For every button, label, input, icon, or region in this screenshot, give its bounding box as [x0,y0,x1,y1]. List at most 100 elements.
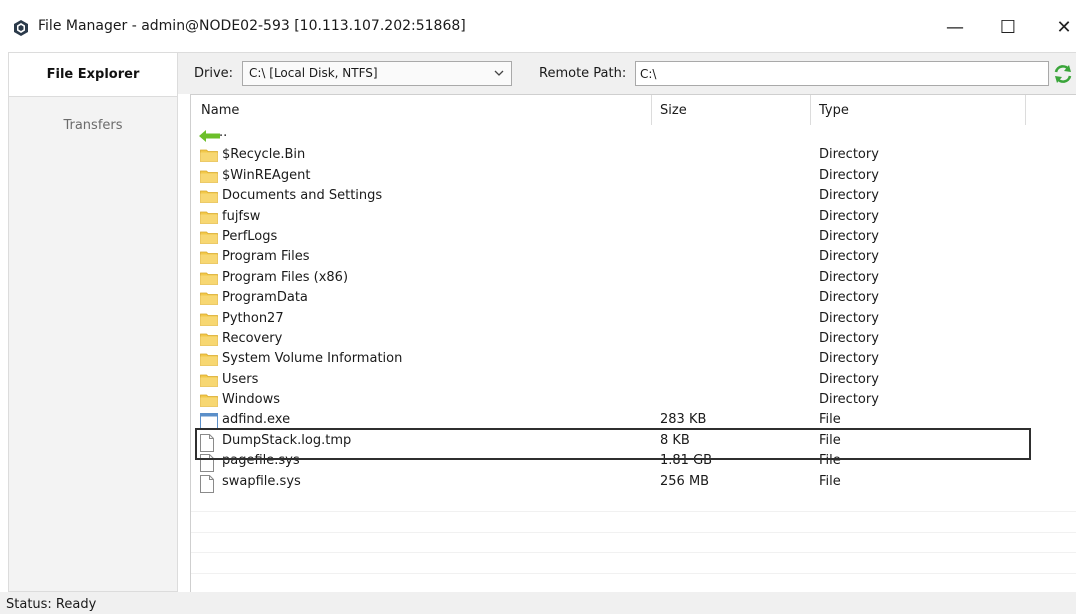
column-header-type[interactable]: Type [819,103,849,118]
file-size: 256 MB [660,473,710,489]
nav-file-explorer[interactable]: File Explorer [9,53,177,97]
file-row[interactable]: Windows Directory [191,390,1076,410]
remote-path-label: Remote Path: [539,66,627,81]
drive-select[interactable]: C:\ [Local Disk, NTFS] [242,61,512,86]
file-row[interactable]: Recovery Directory [191,329,1076,349]
close-icon: ✕ [1056,16,1072,38]
file-row[interactable]: adfind.exe 283 KB File [191,410,1076,430]
file-size: 8 KB [660,432,690,448]
folder-icon [200,271,218,289]
minimize-button[interactable]: — [935,12,975,42]
nav-transfers-label: Transfers [63,117,123,133]
file-row[interactable]: Users Directory [191,370,1076,390]
file-row[interactable]: $WinREAgent Directory [191,166,1076,186]
file-type: Directory [819,269,879,285]
maximize-button[interactable]: ☐ [988,12,1028,42]
file-name: ProgramData [222,290,308,306]
file-type: File [819,473,841,489]
drive-label: Drive: [194,66,234,81]
file-name: $Recycle.Bin [222,147,306,163]
file-row[interactable]: Python27 Directory [191,309,1076,329]
remote-path-input[interactable] [635,61,1049,86]
refresh-icon[interactable] [1052,63,1074,85]
empty-row [191,533,1076,554]
file-name: PerfLogs [222,228,278,244]
column-header-size[interactable]: Size [660,103,687,118]
empty-row [191,512,1076,533]
file-name: $WinREAgent [222,167,311,183]
file-name: Recovery [222,330,283,346]
folder-icon [200,373,218,391]
file-type: Directory [819,310,879,326]
folder-icon [200,352,218,370]
folder-icon [200,250,218,268]
file-name: DumpStack.log.tmp [222,432,352,448]
file-name: .. [219,125,228,140]
back-arrow-icon [199,130,221,146]
nav-file-explorer-label: File Explorer [46,67,140,82]
window-title: File Manager - admin@NODE02-593 [10.113.… [38,18,466,34]
file-type: File [819,453,841,469]
folder-icon [200,393,218,411]
empty-row [191,553,1076,574]
file-type: Directory [819,188,879,204]
file-rows: .. $Recycle.Bin Directory $WinREAgent Direct… [191,125,1076,594]
navigation-pane: File Explorer Transfers [8,52,178,592]
file-size: 1.81 GB [660,453,713,469]
file-name: Windows [222,392,281,408]
file-name: Program Files (x86) [222,269,349,285]
file-list: Name Size Type .. $Recycle.Bin Directory $W… [190,94,1076,594]
file-row[interactable]: DumpStack.log.tmp 8 KB File [191,431,1076,452]
column-divider[interactable] [810,95,811,125]
drive-select-value: C:\ [Local Disk, NTFS] [249,66,378,80]
file-type: Directory [819,371,879,387]
folder-icon [200,148,218,166]
file-type: Directory [819,208,879,224]
file-name: adfind.exe [222,412,291,428]
app-icon [14,20,28,36]
file-name: Documents and Settings [222,188,383,204]
file-type: Directory [819,392,879,408]
column-header-name[interactable]: Name [201,103,239,118]
file-type: Directory [819,228,879,244]
file-row[interactable]: pagefile.sys 1.81 GB File [191,451,1076,473]
chevron-down-icon [494,70,504,76]
file-name: System Volume Information [222,351,403,367]
empty-row [191,492,1076,513]
file-name: Users [222,371,259,387]
title-bar: File Manager - admin@NODE02-593 [10.113.… [0,0,1076,52]
file-row[interactable]: PerfLogs Directory [191,227,1076,247]
file-row[interactable]: fujfsw Directory [191,207,1076,227]
file-type: Directory [819,147,879,163]
close-button[interactable]: ✕ [1044,12,1076,42]
file-name: fujfsw [222,208,261,224]
file-row[interactable]: Program Files (x86) Directory [191,268,1076,288]
file-row[interactable]: $Recycle.Bin Directory [191,145,1076,165]
file-type: File [819,432,841,448]
file-row[interactable]: ProgramData Directory [191,288,1076,308]
file-type: Directory [819,351,879,367]
file-row[interactable]: swapfile.sys 256 MB File [191,472,1076,493]
toolbar: Drive: C:\ [Local Disk, NTFS] Remote Pat… [178,52,1076,94]
file-type: Directory [819,249,879,265]
file-row[interactable]: .. [191,125,1076,145]
column-divider[interactable] [1025,95,1026,125]
column-divider[interactable] [651,95,652,125]
nav-transfers[interactable]: Transfers [9,103,177,147]
file-size: 283 KB [660,412,707,428]
folder-icon [200,230,218,248]
file-name: swapfile.sys [222,473,301,489]
maximize-icon: ☐ [999,16,1017,38]
folder-icon [200,332,218,350]
folder-icon [200,189,218,207]
file-name: Python27 [222,310,284,326]
file-row[interactable]: System Volume Information Directory [191,349,1076,369]
file-row[interactable]: Documents and Settings Directory [191,186,1076,206]
file-row[interactable]: Program Files Directory [191,247,1076,267]
empty-row [191,574,1076,594]
file-name: pagefile.sys [222,453,300,469]
file-type: Directory [819,167,879,183]
folder-icon [200,169,218,187]
status-text: Status: Ready [6,597,97,612]
folder-icon [200,291,218,309]
